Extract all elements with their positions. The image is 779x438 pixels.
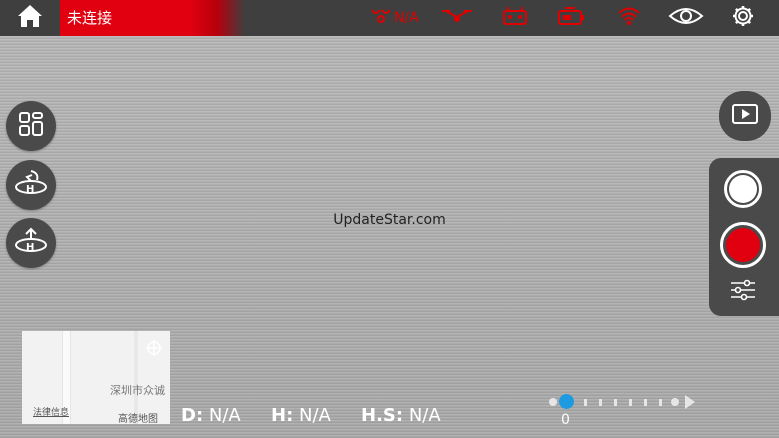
photo-shutter-button[interactable]	[724, 170, 762, 208]
top-bar: 未连接 N/A	[0, 0, 779, 36]
layout-grid-icon	[18, 111, 44, 141]
gear-icon	[731, 4, 755, 32]
slider-end-dot	[671, 398, 679, 406]
drone-signal-indicator: N/A	[370, 0, 419, 36]
map-legal-link[interactable]: 法律信息	[33, 405, 69, 418]
home-button[interactable]	[0, 0, 60, 36]
battery-indicator	[557, 0, 585, 36]
drone-signal-icon	[370, 6, 392, 30]
return-home-icon: H	[13, 169, 49, 201]
rc-indicator	[502, 0, 528, 36]
record-button[interactable]	[720, 222, 766, 268]
camera-panel	[709, 158, 779, 316]
gimbal-indicator	[440, 0, 474, 36]
record-dot	[726, 228, 760, 262]
slider-tick	[614, 399, 617, 406]
map-brand-logo: 高德地图	[118, 414, 158, 424]
distance-readout: D: N/A	[181, 405, 241, 426]
playback-icon	[731, 103, 759, 129]
layout-button[interactable]	[6, 101, 56, 151]
slider-arrow-icon	[684, 394, 696, 414]
connection-status: 未连接	[60, 0, 245, 36]
svg-text:H: H	[26, 242, 34, 253]
slider-thumb[interactable]	[559, 394, 574, 409]
slider-tick	[599, 399, 602, 406]
horizontal-speed-label: H.S:	[361, 405, 404, 426]
settings-button[interactable]	[731, 0, 755, 36]
eye-icon	[668, 6, 704, 30]
distance-value: N/A	[208, 405, 241, 426]
mini-map[interactable]: 深圳市众诚 法律信息 高德地图	[22, 331, 170, 424]
slider-tick	[659, 399, 662, 406]
timeline-value: 0	[561, 412, 570, 428]
watermark-text: UpdateStar.com	[333, 212, 446, 228]
rc-icon	[502, 6, 528, 30]
gimbal-icon	[440, 7, 474, 29]
svg-text:H: H	[26, 184, 34, 195]
horizontal-speed-readout: H.S: N/A	[361, 405, 441, 426]
slider-tick	[629, 399, 632, 406]
shutter-dot	[729, 175, 757, 203]
height-label: H:	[271, 405, 294, 426]
locate-icon[interactable]	[146, 340, 162, 360]
slider-start-dot	[549, 398, 557, 406]
horizontal-speed-value: N/A	[408, 405, 441, 426]
wifi-icon	[617, 6, 641, 30]
home-icon	[16, 3, 44, 33]
camera-settings-icon	[729, 279, 757, 305]
battery-icon	[557, 6, 585, 30]
view-toggle-button[interactable]	[668, 0, 704, 36]
slider-tick	[584, 399, 587, 406]
return-home-button[interactable]: H	[6, 160, 56, 210]
wifi-indicator	[617, 0, 641, 36]
slider-tick	[644, 399, 647, 406]
camera-settings-button[interactable]	[729, 279, 757, 305]
height-value: N/A	[299, 405, 331, 426]
timeline-slider[interactable]	[547, 391, 697, 413]
playback-button[interactable]	[719, 91, 771, 141]
takeoff-icon: H	[13, 227, 49, 259]
map-city-label: 深圳市众诚	[110, 384, 165, 397]
signal-na-label: N/A	[394, 10, 419, 26]
distance-label: D:	[181, 405, 204, 426]
height-readout: H: N/A	[271, 405, 331, 426]
